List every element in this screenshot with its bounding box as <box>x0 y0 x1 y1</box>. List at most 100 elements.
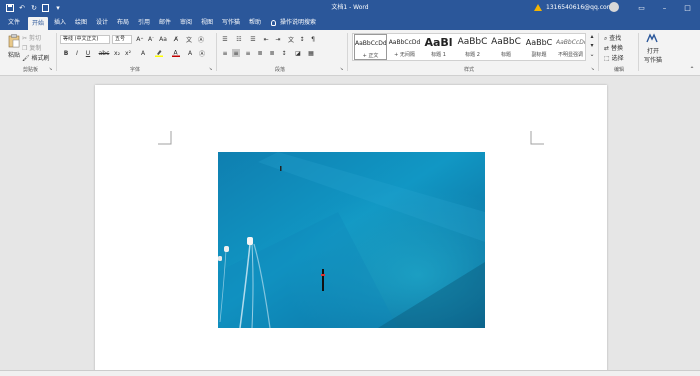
divider <box>216 33 217 71</box>
change-case-icon[interactable]: Aa <box>159 35 167 43</box>
divider <box>638 33 639 71</box>
increase-indent-icon[interactable]: ⇥ <box>274 35 282 43</box>
lightbulb-icon <box>271 19 276 26</box>
style-heading-1[interactable]: AaBl 标题 1 <box>422 34 455 60</box>
borders-icon[interactable]: ▦ <box>307 49 315 57</box>
format-painter-button[interactable]: 🖌 格式刷 <box>22 53 50 62</box>
character-shading-icon[interactable]: A <box>186 49 194 57</box>
subscript-icon[interactable]: x₂ <box>113 49 121 57</box>
account-email: 1316540616@qq.com <box>546 4 613 11</box>
account-area[interactable]: 1316540616@qq.com <box>534 0 613 15</box>
open-write-cat-button[interactable]: 打开 写作猫 <box>642 46 664 64</box>
replace-button[interactable]: ⇄ 替换 <box>604 43 623 52</box>
divider <box>598 33 599 71</box>
line-spacing-icon[interactable]: ↕ <box>280 49 288 57</box>
tell-me-label: 操作说明搜索 <box>280 19 317 26</box>
align-right-icon[interactable]: ≡ <box>244 49 252 57</box>
grow-font-icon[interactable]: A ^ <box>136 35 144 43</box>
undo-icon[interactable]: ↶ <box>16 0 28 15</box>
collapse-ribbon-icon[interactable]: ⌃ <box>688 65 696 73</box>
customize-toolbar-icon[interactable]: ▾ <box>52 0 64 15</box>
strikethrough-icon[interactable]: abc <box>99 49 110 57</box>
open-icon[interactable] <box>40 0 52 15</box>
enclose-character-icon[interactable]: Ⓐ <box>197 35 205 44</box>
superscript-icon[interactable]: x² <box>124 49 132 57</box>
brush-icon: 🖌 <box>22 55 30 62</box>
font-color-icon[interactable]: A <box>172 49 180 57</box>
styles-scroll-down-icon[interactable]: ▾ <box>588 42 596 49</box>
highlight-color-icon[interactable] <box>155 49 163 57</box>
tab-mailings[interactable]: 邮件 <box>156 15 174 30</box>
divider <box>56 33 57 71</box>
tab-layout[interactable]: 布局 <box>114 15 132 30</box>
ribbon-display-options-icon[interactable]: ▭ <box>630 0 653 15</box>
tab-write-cat[interactable]: 写作猫 <box>219 15 243 30</box>
style-heading-2[interactable]: AaBbC 标题 2 <box>456 34 489 60</box>
text-effects-icon[interactable]: A <box>139 49 147 57</box>
underline-icon[interactable]: U <box>84 49 92 57</box>
tab-insert[interactable]: 插入 <box>51 15 69 30</box>
status-bar <box>0 370 700 376</box>
select-button[interactable]: ⬚ 选择 <box>604 53 624 62</box>
inserted-image[interactable] <box>218 152 485 328</box>
minimize-icon[interactable]: – <box>653 0 676 15</box>
redo-icon[interactable]: ↻ <box>28 0 40 15</box>
style-subtle-emphasis[interactable]: AaBbCcDd 不明显强调 <box>556 34 585 60</box>
tab-design[interactable]: 设计 <box>93 15 111 30</box>
paste-button[interactable]: 粘贴 <box>8 50 20 59</box>
ribbon-tab-bar: 文件 开始 插入 绘图 设计 布局 引用 邮件 审阅 视图 写作猫 帮助 操作说… <box>0 15 700 30</box>
italic-icon[interactable]: I <box>73 49 81 57</box>
style-subtitle[interactable]: AaBbC 副标题 <box>523 34 555 60</box>
bold-icon[interactable]: B <box>62 49 70 57</box>
find-button[interactable]: ⌕ 查找 <box>604 33 621 43</box>
clear-formatting-icon[interactable]: A̸ <box>172 35 180 43</box>
font-size-select[interactable]: 五号 <box>112 35 132 44</box>
tab-help[interactable]: 帮助 <box>246 15 264 30</box>
style-title[interactable]: AaBbC 标题 <box>490 34 522 60</box>
scissors-icon: ✂ <box>22 35 28 42</box>
paste-icon[interactable] <box>8 34 20 48</box>
multilevel-list-icon[interactable]: ☰ <box>249 35 257 43</box>
align-left-icon[interactable]: ≡ <box>221 49 229 57</box>
copy-button[interactable]: ❐ 复制 <box>22 43 41 52</box>
warning-icon <box>534 4 542 11</box>
distributed-icon[interactable]: ≣ <box>268 49 276 57</box>
styles-scroll-up-icon[interactable]: ▴ <box>588 33 596 40</box>
justify-icon[interactable]: ≣ <box>256 49 264 57</box>
style-no-spacing[interactable]: AaBbCcDd + 无间隔 <box>388 34 421 60</box>
sort-icon[interactable]: ↕ <box>298 35 306 43</box>
align-center-icon[interactable]: ≡ <box>232 49 240 57</box>
show-marks-icon[interactable]: ¶ <box>309 35 317 43</box>
phonetic-guide-icon[interactable]: 文 <box>185 35 193 44</box>
decrease-indent-icon[interactable]: ⇤ <box>262 35 270 43</box>
write-cat-icon[interactable] <box>646 33 658 43</box>
clipboard-dialog-launcher-icon[interactable]: ↘ <box>48 66 53 71</box>
numbering-icon[interactable]: ☷ <box>235 35 243 43</box>
tab-view[interactable]: 视图 <box>198 15 216 30</box>
paragraph-dialog-launcher-icon[interactable]: ↘ <box>339 66 344 71</box>
styles-more-icon[interactable]: ⌄ <box>588 51 596 58</box>
tab-draw[interactable]: 绘图 <box>72 15 90 30</box>
tell-me-search[interactable]: 操作说明搜索 <box>271 15 316 30</box>
divider <box>347 33 348 71</box>
chinese-layout-icon[interactable]: 文 <box>287 35 295 44</box>
save-icon[interactable] <box>4 0 16 15</box>
styles-dialog-launcher-icon[interactable]: ↘ <box>590 66 595 71</box>
character-border-icon[interactable]: Ⓐ <box>198 49 206 58</box>
crop-mark-top-left <box>158 131 172 145</box>
maximize-icon[interactable]: □ <box>676 0 699 15</box>
tab-home[interactable]: 开始 <box>28 17 48 30</box>
tab-review[interactable]: 审阅 <box>177 15 195 30</box>
paragraph-group-label: 段落 <box>274 67 285 73</box>
font-dialog-launcher-icon[interactable]: ↘ <box>208 66 213 71</box>
cut-button[interactable]: ✂ 剪切 <box>22 33 41 42</box>
style-normal[interactable]: AaBbCcDd + 正文 <box>354 34 387 60</box>
tab-references[interactable]: 引用 <box>135 15 153 30</box>
shading-icon[interactable]: ◪ <box>294 49 302 57</box>
bullets-icon[interactable]: ☰ <box>221 35 229 43</box>
font-name-select[interactable]: 等线 (中文正文) <box>60 35 110 44</box>
tab-file[interactable]: 文件 <box>4 15 24 30</box>
avatar[interactable] <box>609 2 619 12</box>
shrink-font-icon[interactable]: Aˇ <box>147 35 155 43</box>
styles-gallery: AaBbCcDd + 正文 AaBbCcDd + 无间隔 AaBl 标题 1 A… <box>352 33 586 61</box>
